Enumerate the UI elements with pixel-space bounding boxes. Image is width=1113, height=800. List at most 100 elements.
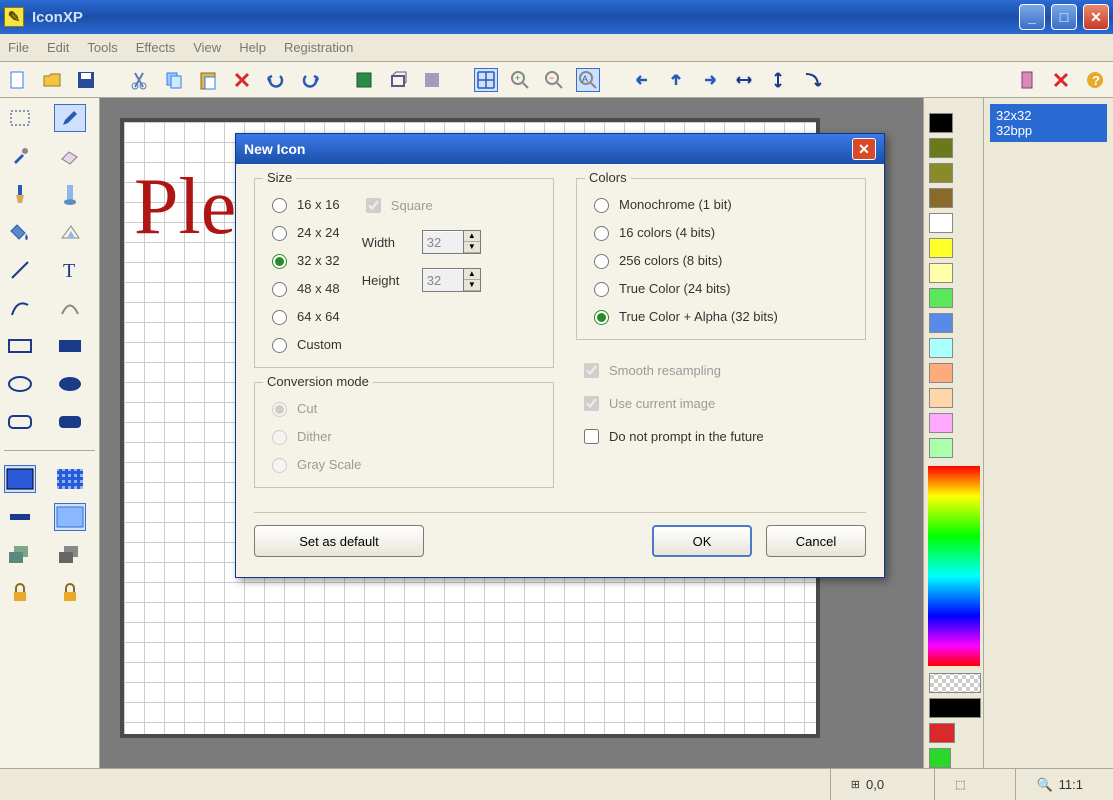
pal-ltgreen[interactable] bbox=[929, 438, 953, 458]
pencil-icon[interactable] bbox=[54, 104, 86, 132]
dialog-titlebar[interactable]: New Icon ✕ bbox=[236, 134, 884, 164]
pal-brown[interactable] bbox=[929, 188, 953, 208]
pal-peach[interactable] bbox=[929, 388, 953, 408]
text-icon[interactable]: T bbox=[54, 256, 86, 284]
pal-blk2[interactable] bbox=[929, 698, 981, 718]
open-icon[interactable] bbox=[40, 68, 64, 92]
eraser-icon[interactable] bbox=[54, 142, 86, 170]
pal-red[interactable] bbox=[929, 723, 955, 743]
arrow-curve-icon[interactable] bbox=[800, 68, 824, 92]
opacity-icon[interactable] bbox=[4, 503, 36, 531]
pal-pink[interactable] bbox=[929, 413, 953, 433]
size-24[interactable]: 24 x 24 bbox=[267, 223, 342, 241]
noprompt-check[interactable]: Do not prompt in the future bbox=[580, 426, 862, 447]
pal-olive[interactable] bbox=[929, 163, 953, 183]
minimize-button[interactable]: _ bbox=[1019, 4, 1045, 30]
roundrect-fill-icon[interactable] bbox=[54, 408, 86, 436]
lock2-icon[interactable] bbox=[54, 579, 86, 607]
arrow-horiz-icon[interactable] bbox=[732, 68, 756, 92]
rect-fill-icon[interactable] bbox=[54, 332, 86, 360]
picker-icon[interactable] bbox=[4, 142, 36, 170]
effect2-icon[interactable] bbox=[386, 68, 410, 92]
lock1-icon[interactable] bbox=[4, 579, 36, 607]
color-16[interactable]: 16 colors (4 bits) bbox=[589, 223, 853, 241]
airbrush-icon[interactable] bbox=[54, 180, 86, 208]
gradient-icon[interactable] bbox=[54, 218, 86, 246]
pal-white[interactable] bbox=[929, 213, 953, 233]
menu-file[interactable]: File bbox=[8, 40, 29, 55]
pal-black[interactable] bbox=[929, 113, 953, 133]
menu-registration[interactable]: Registration bbox=[284, 40, 353, 55]
arc-icon[interactable] bbox=[54, 294, 86, 322]
grid-icon[interactable] bbox=[474, 68, 498, 92]
cut-icon[interactable] bbox=[128, 68, 152, 92]
size-16[interactable]: 16 x 16 bbox=[267, 195, 342, 213]
size-custom[interactable]: Custom bbox=[267, 335, 342, 353]
size-64[interactable]: 64 x 64 bbox=[267, 307, 342, 325]
size-48[interactable]: 48 x 48 bbox=[267, 279, 342, 297]
roundrect-icon[interactable] bbox=[4, 408, 36, 436]
zoomin-icon[interactable]: + bbox=[508, 68, 532, 92]
color-256[interactable]: 256 colors (8 bits) bbox=[589, 251, 853, 269]
undo-icon[interactable] bbox=[264, 68, 288, 92]
arrow-left-icon[interactable] bbox=[630, 68, 654, 92]
pattern-swatch[interactable] bbox=[54, 465, 86, 493]
zoomout-icon[interactable]: − bbox=[542, 68, 566, 92]
pal-transp[interactable] bbox=[929, 673, 981, 693]
layers-icon[interactable] bbox=[4, 541, 36, 569]
color-24bit[interactable]: True Color (24 bits) bbox=[589, 279, 853, 297]
redo-icon[interactable] bbox=[298, 68, 322, 92]
size-32[interactable]: 32 x 32 bbox=[267, 251, 342, 269]
ellipse-fill-icon[interactable] bbox=[54, 370, 86, 398]
pal-orange[interactable] bbox=[929, 363, 953, 383]
pal-grn2[interactable] bbox=[929, 748, 951, 768]
rect-icon[interactable] bbox=[4, 332, 36, 360]
pal-green[interactable] bbox=[929, 288, 953, 308]
pal-blue[interactable] bbox=[929, 313, 953, 333]
menu-view[interactable]: View bbox=[193, 40, 221, 55]
pal-ltyellow[interactable] bbox=[929, 263, 953, 283]
color-gradient[interactable] bbox=[928, 466, 980, 666]
format-item[interactable]: 32x32 32bpp bbox=[990, 104, 1107, 142]
pal-dkgreen[interactable] bbox=[929, 138, 953, 158]
color1-swatch[interactable] bbox=[4, 465, 36, 493]
zoomfit-icon[interactable]: A bbox=[576, 68, 600, 92]
fill-icon[interactable] bbox=[4, 218, 36, 246]
ok-button[interactable]: OK bbox=[652, 525, 752, 557]
paste-icon[interactable] bbox=[196, 68, 220, 92]
menu-help[interactable]: Help bbox=[239, 40, 266, 55]
menu-tools[interactable]: Tools bbox=[87, 40, 117, 55]
maximize-button[interactable]: □ bbox=[1051, 4, 1077, 30]
layers2-icon[interactable] bbox=[54, 541, 86, 569]
height-spinner[interactable]: ▲▼ bbox=[422, 268, 481, 292]
width-spinner[interactable]: ▲▼ bbox=[422, 230, 481, 254]
film-icon[interactable] bbox=[1015, 68, 1039, 92]
arrow-up-icon[interactable] bbox=[664, 68, 688, 92]
ellipse-icon[interactable] bbox=[4, 370, 36, 398]
cancel-button[interactable]: Cancel bbox=[766, 525, 866, 557]
line-icon[interactable] bbox=[4, 256, 36, 284]
new-icon[interactable] bbox=[6, 68, 30, 92]
save-icon[interactable] bbox=[74, 68, 98, 92]
menu-edit[interactable]: Edit bbox=[47, 40, 69, 55]
color2-swatch[interactable] bbox=[54, 503, 86, 531]
curve-icon[interactable] bbox=[4, 294, 36, 322]
help-icon[interactable]: ? bbox=[1083, 68, 1107, 92]
arrow-right-icon[interactable] bbox=[698, 68, 722, 92]
arrow-vert-icon[interactable] bbox=[766, 68, 790, 92]
delete-icon[interactable] bbox=[230, 68, 254, 92]
copy-icon[interactable] bbox=[162, 68, 186, 92]
close-button[interactable]: ✕ bbox=[1083, 4, 1109, 30]
brush-icon[interactable] bbox=[4, 180, 36, 208]
effect1-icon[interactable] bbox=[352, 68, 376, 92]
pal-yellow[interactable] bbox=[929, 238, 953, 258]
effect3-icon[interactable] bbox=[420, 68, 444, 92]
color-32bit[interactable]: True Color + Alpha (32 bits) bbox=[589, 307, 853, 325]
delete2-icon[interactable] bbox=[1049, 68, 1073, 92]
menu-effects[interactable]: Effects bbox=[136, 40, 176, 55]
pal-cyan[interactable] bbox=[929, 338, 953, 358]
set-default-button[interactable]: Set as default bbox=[254, 525, 424, 557]
select-rect-icon[interactable] bbox=[4, 104, 36, 132]
color-mono[interactable]: Monochrome (1 bit) bbox=[589, 195, 853, 213]
dialog-close-button[interactable]: ✕ bbox=[852, 138, 876, 160]
